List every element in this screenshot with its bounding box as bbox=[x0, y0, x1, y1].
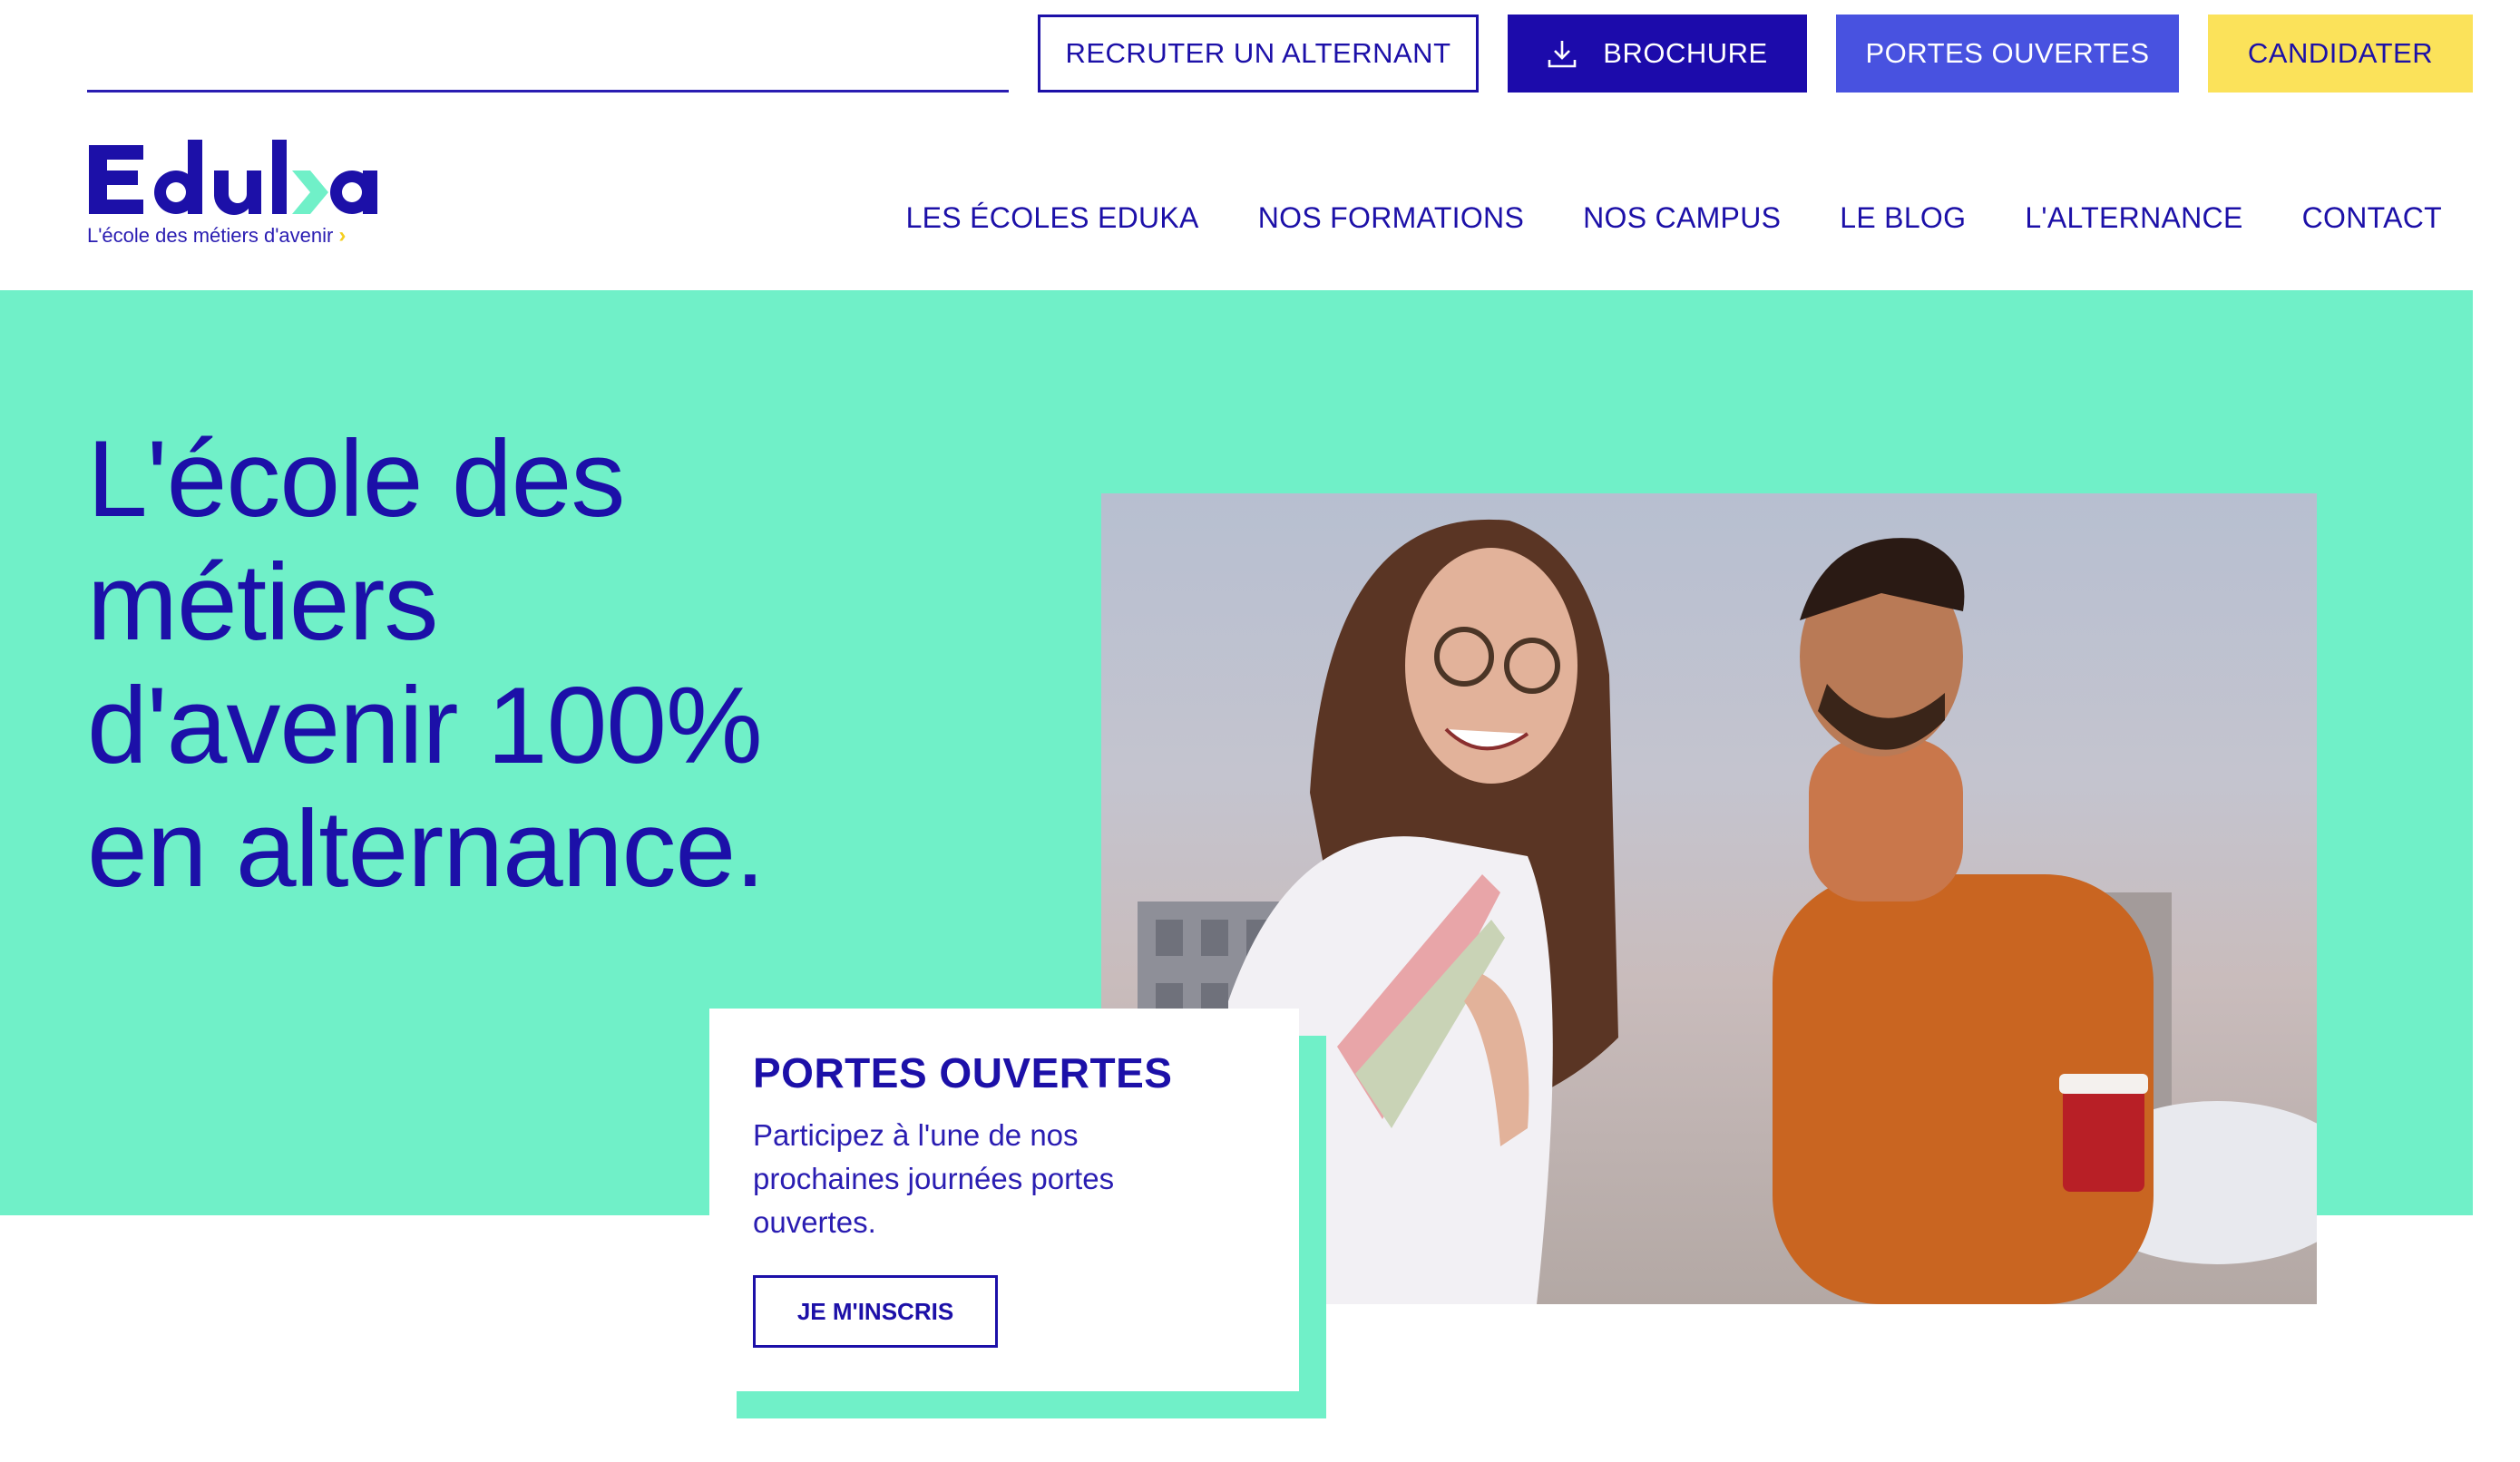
chevron-right-icon: › bbox=[338, 223, 347, 248]
portes-ouvertes-button[interactable]: PORTES OUVERTES bbox=[1836, 15, 2179, 93]
logo-wordmark bbox=[87, 136, 377, 216]
hero-title-line: métiers bbox=[87, 541, 438, 663]
main-nav: LES ÉCOLES EDUKA NOS FORMATIONS NOS CAMP… bbox=[847, 201, 2442, 235]
hero-title-line: en alternance. bbox=[87, 788, 766, 910]
candidater-label: CANDIDATER bbox=[2247, 37, 2434, 69]
brochure-label: BROCHURE bbox=[1603, 37, 1768, 69]
hero-title-line: d'avenir 100% bbox=[87, 665, 763, 786]
recruter-alternant-label: RECRUTER UN ALTERNANT bbox=[1065, 37, 1451, 69]
portes-ouvertes-label: PORTES OUVERTES bbox=[1865, 37, 2150, 69]
recruter-alternant-button[interactable]: RECRUTER UN ALTERNANT bbox=[1038, 15, 1479, 93]
hero-title: L'école des métiers d'avenir 100% en alt… bbox=[87, 417, 994, 911]
inscription-button-label: JE M'INSCRIS bbox=[796, 1297, 954, 1325]
search-underline[interactable] bbox=[87, 90, 1009, 93]
logo-tagline: L'école des métiers d'avenir bbox=[87, 224, 334, 247]
card-description: Participez à l'une de nos prochaines jou… bbox=[753, 1118, 1115, 1239]
brochure-button[interactable]: BROCHURE bbox=[1508, 15, 1807, 93]
nav-item-campus[interactable]: NOS CAMPUS bbox=[1583, 201, 1781, 235]
nav-item-ecoles[interactable]: LES ÉCOLES EDUKA bbox=[906, 201, 1199, 235]
eduka-logo[interactable]: L'école des métiers d'avenir › bbox=[87, 136, 377, 249]
download-icon bbox=[1548, 41, 1577, 68]
logo-wordmark-graphic bbox=[89, 140, 377, 215]
portes-ouvertes-card: PORTES OUVERTES Participez à l'une de no… bbox=[709, 1009, 1299, 1391]
nav-item-contact[interactable]: CONTACT bbox=[2302, 201, 2442, 235]
card-title: PORTES OUVERTES bbox=[753, 1049, 1173, 1096]
nav-item-blog[interactable]: LE BLOG bbox=[1840, 201, 1966, 235]
candidater-button[interactable]: CANDIDATER bbox=[2208, 15, 2473, 93]
nav-item-formations[interactable]: NOS FORMATIONS bbox=[1258, 201, 1524, 235]
hero-title-line: L'école des bbox=[87, 418, 625, 540]
inscription-button[interactable]: JE M'INSCRIS bbox=[753, 1275, 998, 1348]
nav-item-alternance[interactable]: L'ALTERNANCE bbox=[2025, 201, 2242, 235]
